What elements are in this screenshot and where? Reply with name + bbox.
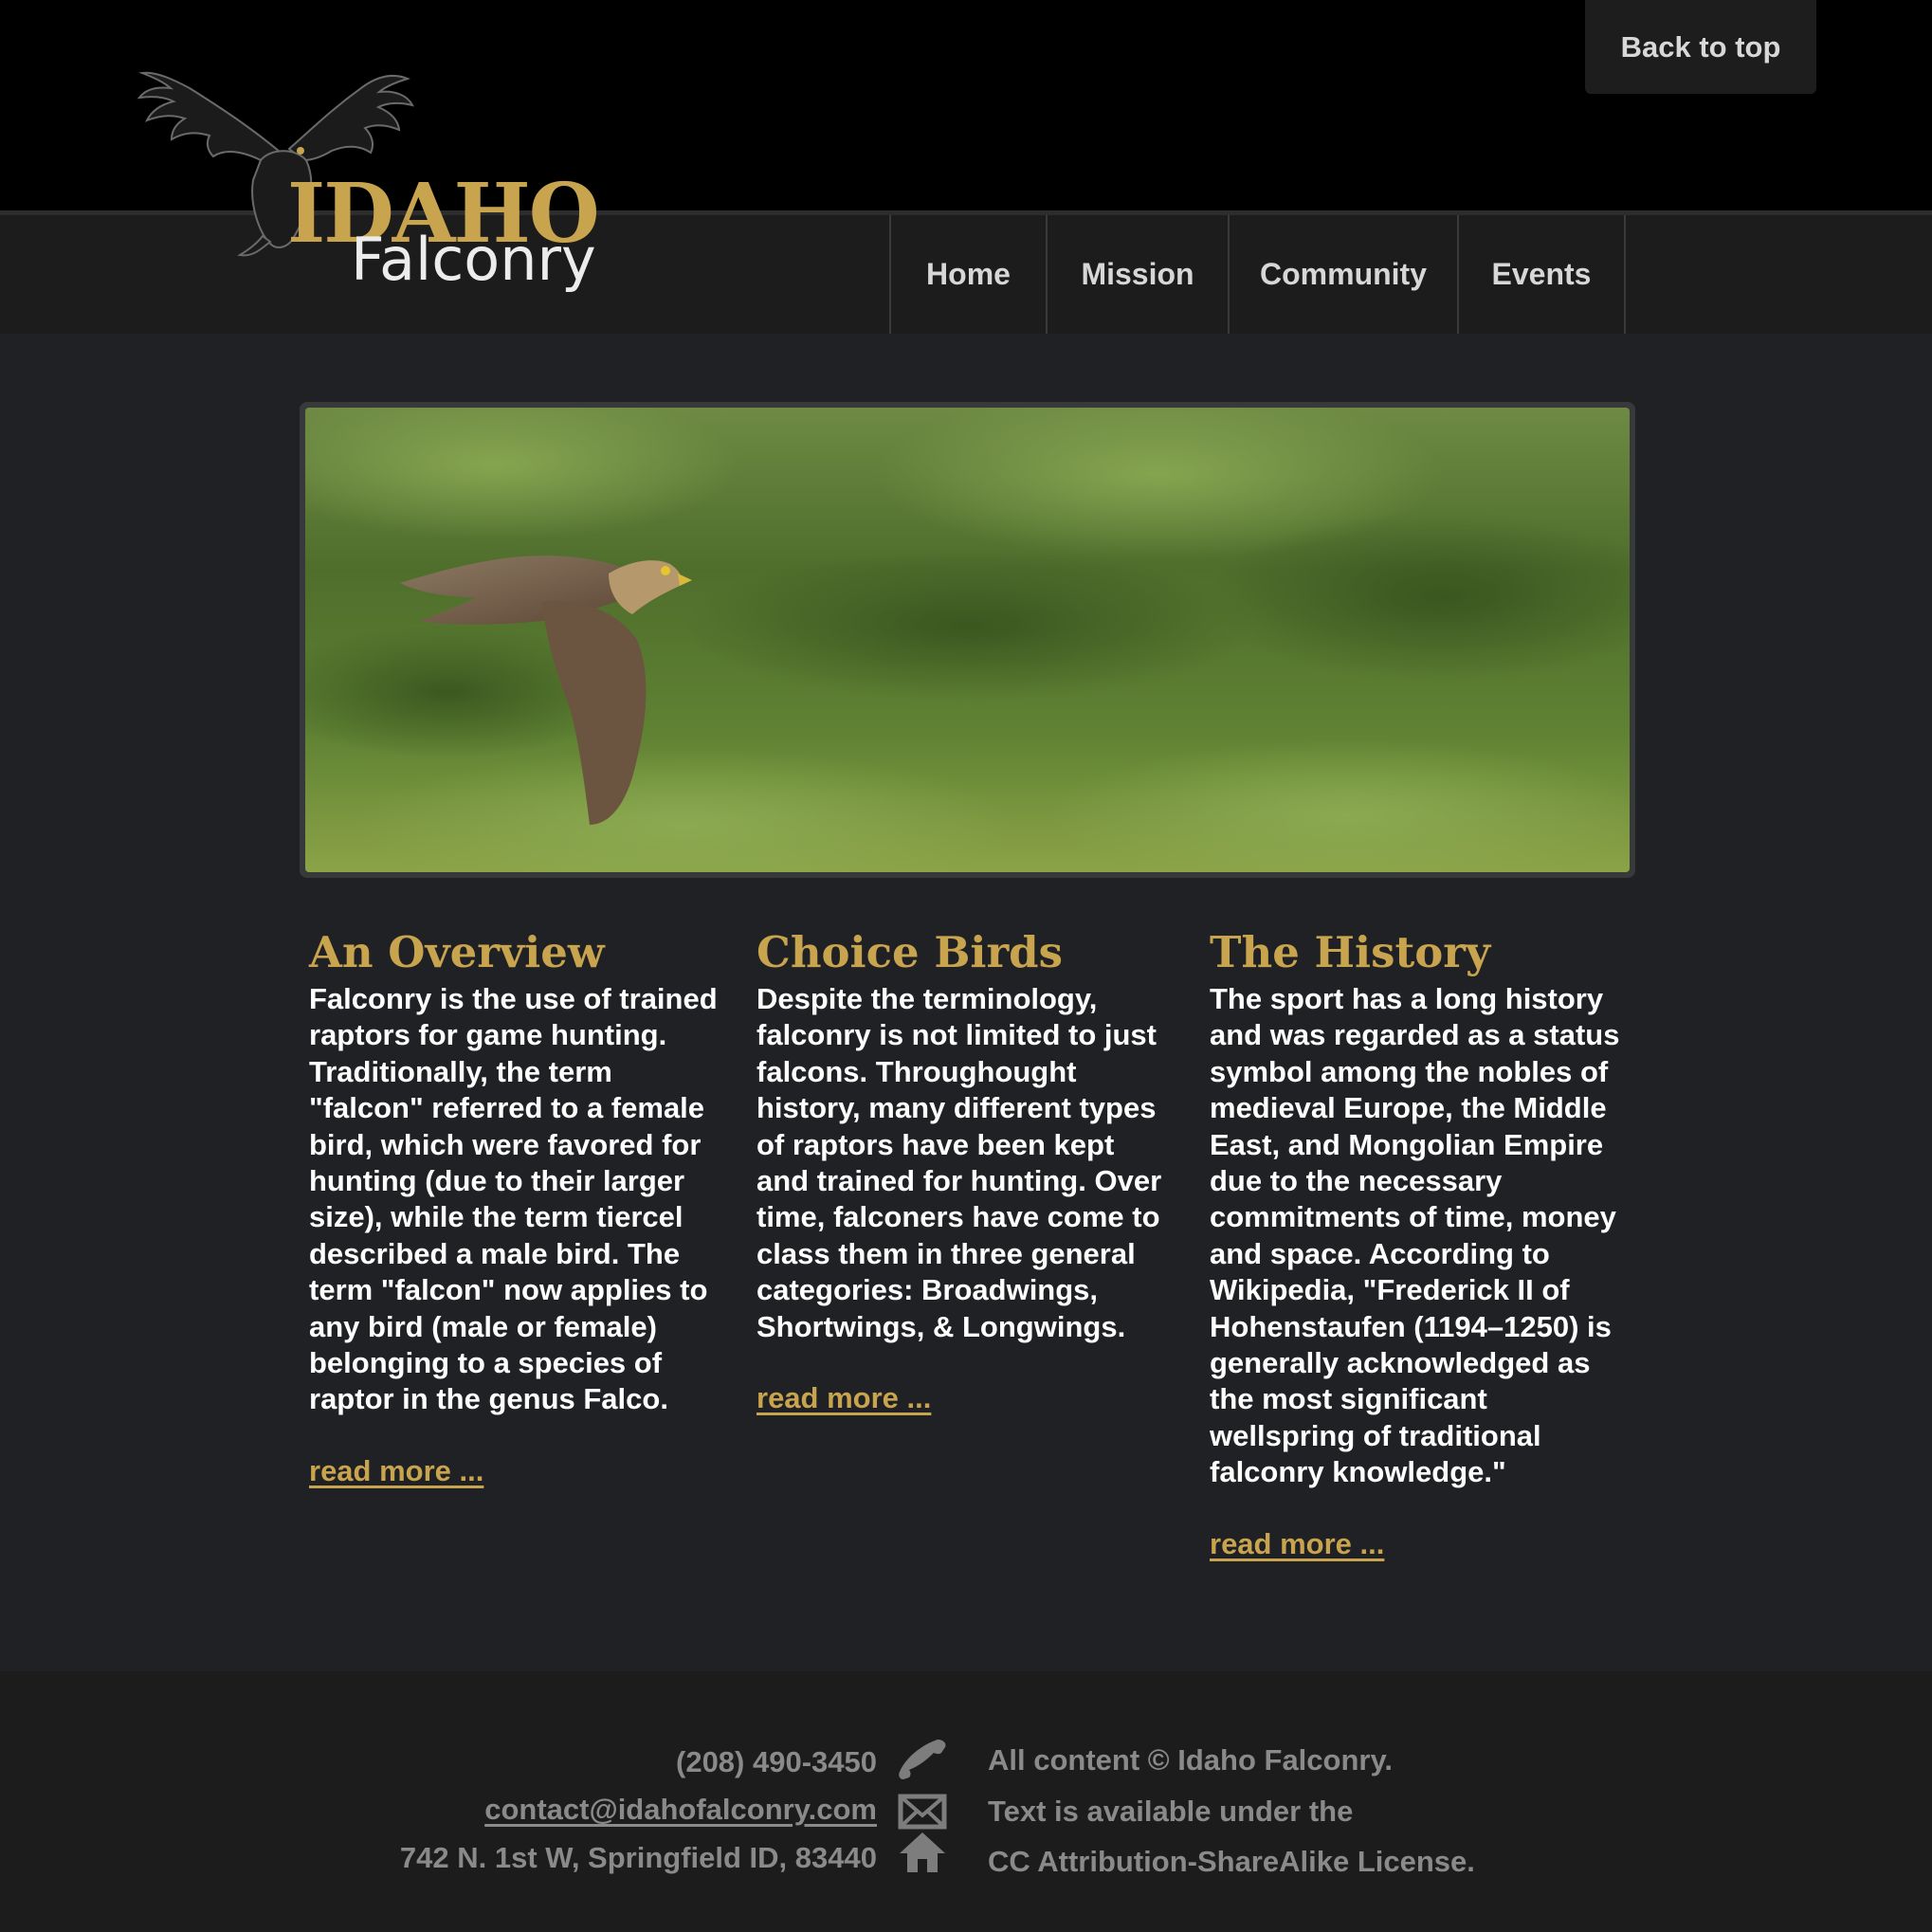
footer-license-line3: CC Attribution-ShareAlike License. — [988, 1845, 1475, 1878]
logo-falconry-text: Falconry — [351, 225, 596, 294]
home-icon — [900, 1832, 945, 1872]
section-choice-birds: Choice Birds Despite the terminology, fa… — [756, 924, 1174, 1415]
section-body: The sport has a long history and was reg… — [1210, 982, 1620, 1489]
footer-license-line2: Text is available under the — [988, 1795, 1354, 1828]
footer-address: 742 N. 1st W, Springfield ID, 83440 — [399, 1841, 877, 1874]
nav-item-events[interactable]: Events — [1457, 215, 1626, 334]
section-title: The History — [1210, 927, 1491, 977]
section-history: The History The sport has a long history… — [1210, 924, 1627, 1561]
read-more-link[interactable]: read more ... — [756, 1381, 931, 1415]
section-title: Choice Birds — [756, 927, 1063, 977]
section-body: Despite the terminology, falconry is not… — [756, 982, 1162, 1343]
site-logo[interactable]: IDAHO Falconry — [137, 62, 611, 308]
footer-phone: (208) 490-3450 — [676, 1745, 877, 1778]
footer: (208) 490-3450 contact@idahofalconry.com… — [0, 1671, 1932, 1932]
footer-email-link[interactable]: contact@idahofalconry.com — [484, 1793, 877, 1827]
nav-item-home[interactable]: Home — [889, 215, 1046, 334]
nav-item-community[interactable]: Community — [1228, 215, 1457, 334]
hero-banner — [300, 402, 1635, 878]
main-nav: Home Mission Community Events — [889, 215, 1626, 334]
section-overview: An Overview Falconry is the use of train… — [309, 924, 726, 1488]
section-title: An Overview — [309, 927, 605, 977]
nav-item-mission[interactable]: Mission — [1046, 215, 1228, 334]
phone-icon — [899, 1740, 946, 1779]
back-to-top-button[interactable]: Back to top — [1585, 0, 1816, 94]
footer-license-line1: All content © Idaho Falconry. — [988, 1743, 1394, 1777]
falcon-photo — [305, 408, 1630, 872]
read-more-link[interactable]: read more ... — [1210, 1527, 1384, 1561]
read-more-link[interactable]: read more ... — [309, 1454, 483, 1488]
section-body: Falconry is the use of trained raptors f… — [309, 982, 718, 1416]
